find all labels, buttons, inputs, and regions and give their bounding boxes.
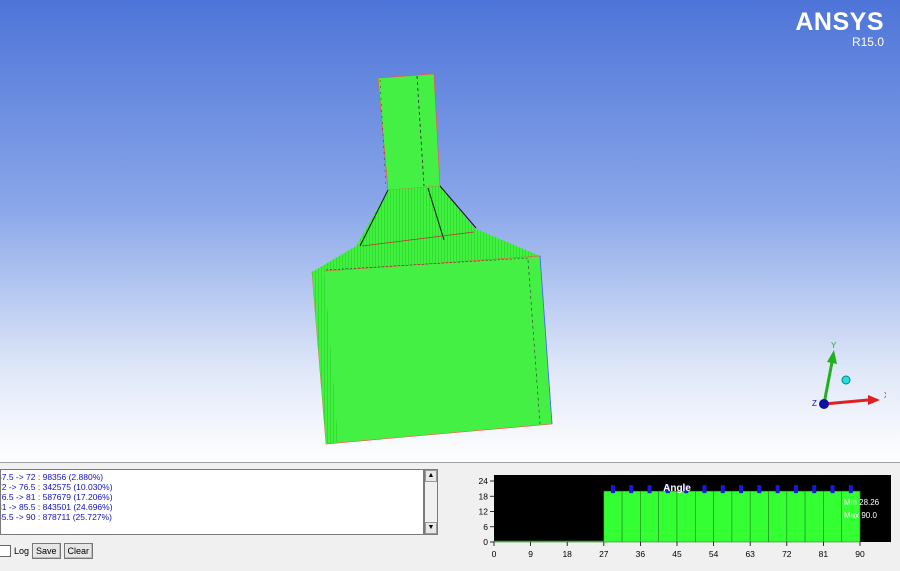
chart-title: Angle [663, 483, 691, 494]
min-label: Min 28.26 [844, 498, 880, 507]
save-button[interactable]: Save [32, 543, 61, 559]
histogram-bar [804, 490, 824, 543]
histogram-bar [713, 490, 733, 543]
histogram-bar [658, 490, 678, 543]
log-line: 67.5 -> 72 : 98356 (2.880%) [0, 472, 104, 482]
histogram-bar [676, 490, 696, 543]
log-checkbox[interactable] [0, 545, 11, 557]
bin-marker-icon[interactable] [647, 485, 652, 494]
x-tick-label: 18 [562, 549, 572, 559]
angle-histogram: 0 6 12 18 24 0 9 18 27 36 45 54 63 72 81 90 Angle Min … [479, 475, 891, 559]
graphics-viewport[interactable]: ANSYS R15.0 Y X Z [0, 0, 900, 462]
x-tick-label: 45 [672, 549, 682, 559]
x-tick-label: 36 [636, 549, 646, 559]
z-axis-label: Z [812, 399, 817, 408]
y-axis-label: Y [831, 341, 837, 350]
histogram-bar [731, 490, 751, 543]
axis-triad-icon[interactable]: Y X Z [806, 338, 886, 418]
x-tick-label: 54 [709, 549, 719, 559]
log-line: 81 -> 85.5 : 843501 (24.696%) [0, 502, 113, 512]
bin-marker-icon[interactable] [830, 485, 835, 494]
clear-button[interactable]: Clear [63, 543, 94, 559]
bin-marker-icon[interactable] [610, 485, 615, 494]
y-tick-label: 6 [483, 522, 488, 532]
histogram-bar [695, 490, 714, 543]
brand-version: R15.0 [851, 35, 884, 49]
histogram-bar [493, 540, 605, 543]
histogram-bar [603, 490, 623, 543]
statistics-log[interactable]: 67.5 -> 72 : 98356 (2.880%) 72 -> 76.5 :… [0, 469, 424, 535]
x-tick-label: 90 [855, 549, 865, 559]
histogram-bar [823, 490, 842, 543]
scroll-down-icon[interactable]: ▼ [425, 522, 437, 534]
bin-marker-icon[interactable] [702, 485, 707, 494]
y-tick-label: 24 [479, 476, 489, 486]
histogram-bar [768, 490, 788, 543]
ansys-logo: ANSYS R15.0 [795, 8, 884, 49]
x-tick-label: 72 [782, 549, 792, 559]
bottom-panel: 67.5 -> 72 : 98356 (2.880%) 72 -> 76.5 :… [0, 462, 900, 571]
y-tick-label: 18 [479, 491, 489, 501]
histogram-bar [786, 490, 806, 543]
log-line: 85.5 -> 90 : 878711 (25.727%) [0, 512, 112, 522]
histogram-bar [640, 490, 659, 543]
x-tick-label: 27 [599, 549, 609, 559]
bin-marker-icon[interactable] [757, 485, 762, 494]
x-tick-label: 81 [819, 549, 829, 559]
bin-marker-icon[interactable] [793, 485, 798, 494]
log-line: 76.5 -> 81 : 587679 (17.206%) [0, 492, 113, 502]
log-controls: Log Save Clear [0, 541, 94, 561]
bin-marker-icon[interactable] [629, 485, 634, 494]
bin-marker-icon[interactable] [739, 485, 744, 494]
histogram-bar [749, 490, 769, 543]
histogram-bar [621, 490, 641, 543]
y-tick-label: 12 [479, 507, 489, 517]
x-tick-label: 0 [492, 549, 497, 559]
x-tick-label: 63 [745, 549, 755, 559]
x-tick-label: 9 [528, 549, 533, 559]
log-line: 72 -> 76.5 : 342575 (10.030%) [0, 482, 113, 492]
bin-marker-icon[interactable] [720, 485, 725, 494]
scroll-up-icon[interactable]: ▲ [425, 470, 437, 482]
brand-title: ANSYS [795, 8, 884, 36]
log-checkbox-label: Log [14, 546, 30, 556]
log-scrollbar[interactable]: ▲ ▼ [424, 469, 438, 535]
x-axis-label: X [884, 391, 886, 400]
max-label: Max 90.0 [844, 511, 877, 520]
bin-marker-icon[interactable] [812, 485, 817, 494]
y-tick-label: 0 [483, 537, 488, 547]
bin-marker-icon[interactable] [775, 485, 780, 494]
mesh-model [311, 73, 553, 445]
bin-marker-icon[interactable] [848, 485, 853, 494]
